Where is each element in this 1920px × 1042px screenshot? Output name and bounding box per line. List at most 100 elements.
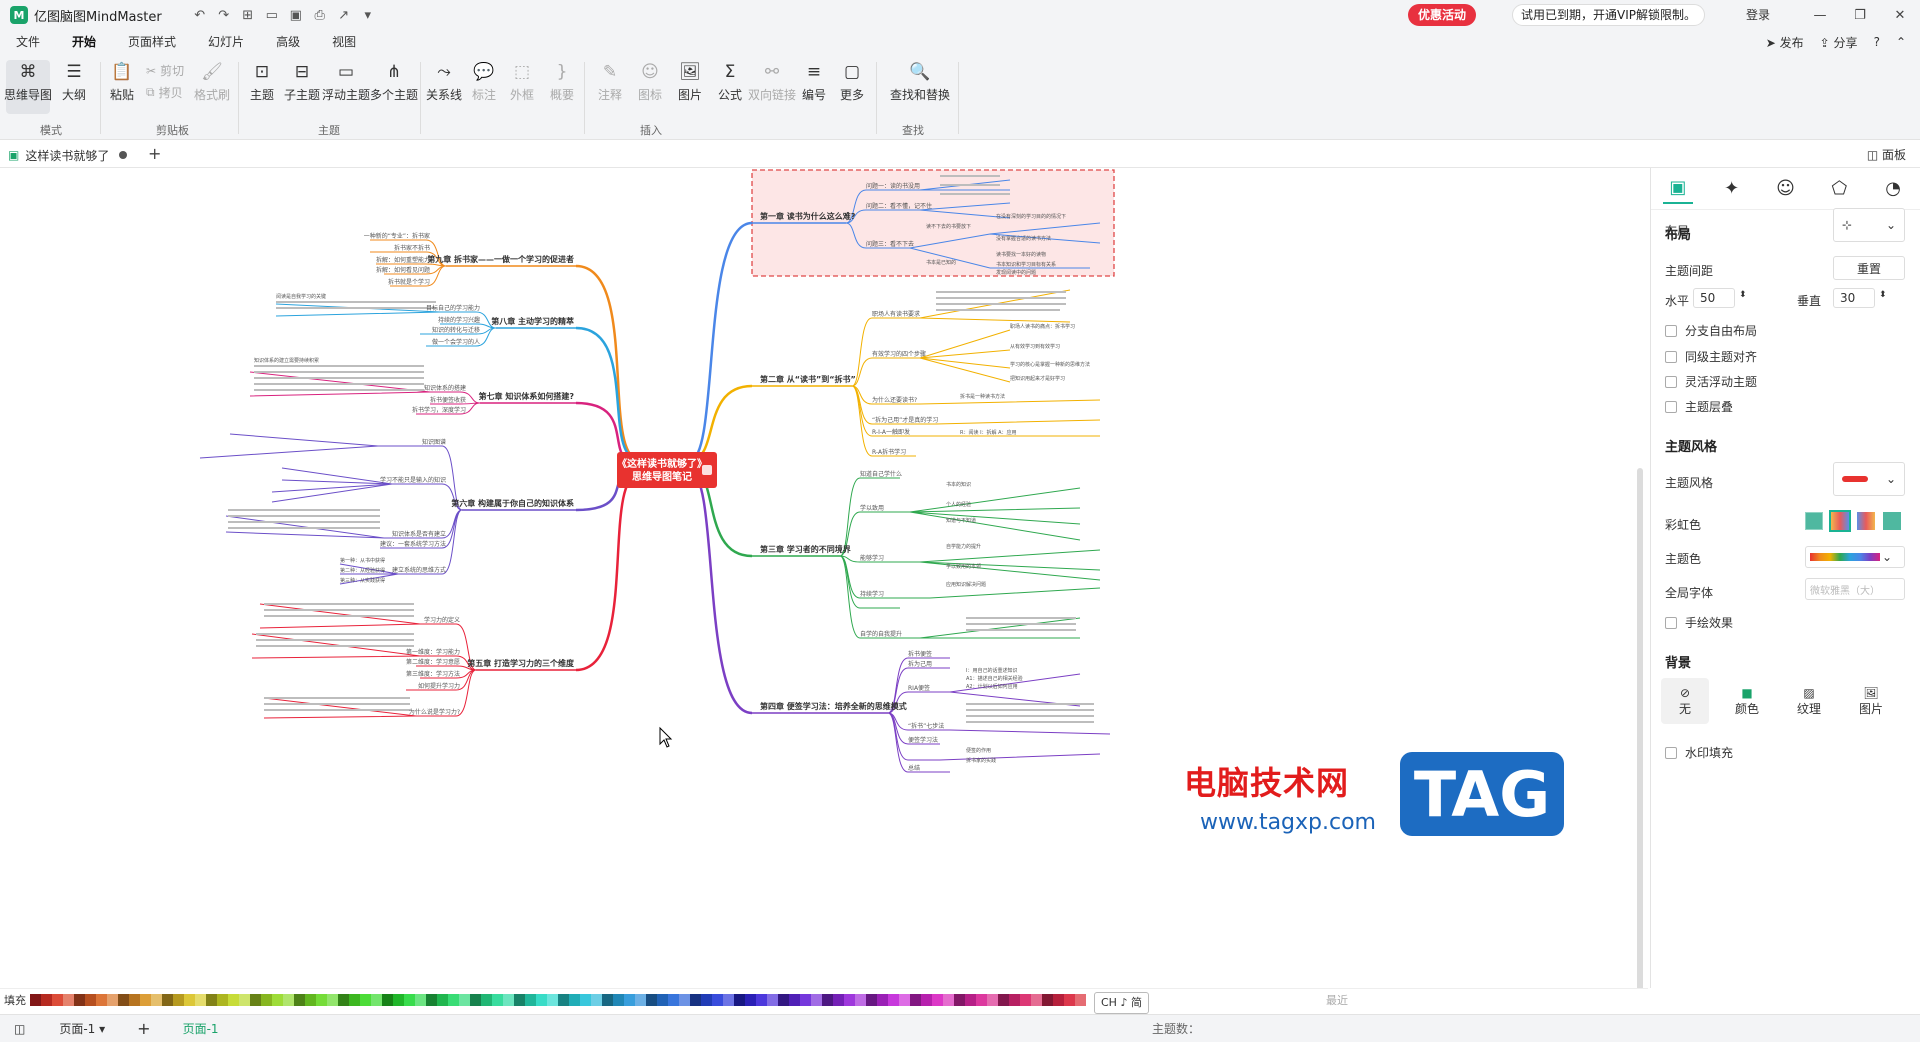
chapter-4-detail[interactable]: I：用自己的话重述知识 — [966, 667, 1017, 674]
paste-button[interactable]: 📋 粘贴 — [100, 60, 144, 114]
chapter-1-detail[interactable]: 读书要找一本好的读物 — [996, 251, 1046, 258]
color-swatch[interactable] — [74, 993, 85, 1006]
chapter-1-title[interactable]: 第一章 读书为什么这么难? — [760, 211, 856, 221]
chapter-7-sub[interactable]: 知识体系的搭建 — [424, 384, 466, 392]
color-swatch[interactable] — [63, 993, 74, 1006]
chapter-6-item[interactable]: 第二种：从经验获得 — [340, 567, 385, 574]
chapter-3-title[interactable]: 第三章 学习者的不同境界 — [760, 544, 852, 554]
chapter-6-sub[interactable]: 知识体系是否有建立 — [392, 530, 446, 538]
sidebar-toggle-icon[interactable]: ◫ — [14, 1022, 25, 1036]
color-swatch[interactable] — [888, 993, 899, 1006]
chapter-1-detail[interactable]: 书本知识和学习目标有关系 — [996, 261, 1056, 268]
quick-access-dropdown-icon[interactable]: ▾ — [358, 5, 378, 25]
color-swatch[interactable] — [591, 993, 602, 1006]
chapter-6-sub[interactable]: 建议：一套系统学习方法 — [380, 540, 446, 548]
color-swatch[interactable] — [844, 993, 855, 1006]
chapter-2-sub[interactable]: R-A拆书学习 — [872, 448, 906, 456]
color-swatch[interactable] — [415, 993, 426, 1006]
chapter-3-detail[interactable]: 自学能力的提升 — [946, 543, 981, 550]
chapter-4-detail[interactable]: A2：计划以后如何应用 — [966, 683, 1018, 690]
color-swatch[interactable] — [1020, 993, 1031, 1006]
chapter-5-sub[interactable]: 第一维度：学习能力 — [406, 648, 460, 656]
summary-button[interactable]: } 概要 — [540, 60, 584, 114]
more-button[interactable]: ▢ 更多 — [830, 60, 874, 114]
menu-page-style[interactable]: 页面样式 — [112, 30, 192, 54]
color-swatch[interactable] — [965, 993, 976, 1006]
chapter-2-detail[interactable]: 拆书是一种读书方法 — [960, 393, 1005, 400]
chapter-4-sub[interactable]: RIA便签 — [908, 684, 930, 692]
chapter-4-sub[interactable]: 便签学习法 — [908, 736, 938, 744]
color-swatch[interactable] — [96, 993, 107, 1006]
chapter-9-sub[interactable]: 拆书就是个学习 — [388, 278, 430, 286]
color-swatch[interactable] — [822, 993, 833, 1006]
chapter-6-item[interactable]: 第一种：从书中获得 — [340, 557, 385, 564]
color-swatch[interactable] — [393, 993, 404, 1006]
color-swatch[interactable] — [657, 993, 668, 1006]
rainbow-option-icon[interactable] — [1883, 512, 1901, 530]
color-swatch[interactable] — [195, 993, 206, 1006]
color-swatch[interactable] — [316, 993, 327, 1006]
chapter-7-sub[interactable]: 拆书便签收获 — [430, 396, 466, 404]
color-swatch[interactable] — [371, 993, 382, 1006]
chapter-2-sub[interactable]: 为什么还要读书? — [872, 396, 917, 404]
color-swatch[interactable] — [921, 993, 932, 1006]
chapter-1-detail[interactable]: 没有掌握合适的读书方法 — [996, 235, 1051, 242]
chapter-3-sub[interactable]: 持续学习 — [860, 590, 884, 598]
rainbow-option-icon[interactable] — [1805, 512, 1823, 530]
color-swatch[interactable] — [283, 993, 294, 1006]
color-swatch[interactable] — [569, 993, 580, 1006]
relationship-button[interactable]: ⤳ 关系线 — [422, 60, 466, 114]
topic-overlap-checkbox[interactable]: 主题层叠 — [1665, 398, 1733, 415]
chapter-1-sub[interactable]: 问题二：看不懂，记不住 — [866, 202, 932, 210]
horizontal-spacing-input[interactable]: 50 — [1693, 288, 1735, 308]
color-swatch[interactable] — [899, 993, 910, 1006]
color-swatch[interactable] — [580, 993, 591, 1006]
chapter-2-detail[interactable]: 职场人读书的痛点：拆书学习 — [1010, 323, 1075, 330]
chapter-7-sub[interactable]: 拆书学习，深度学习 — [412, 406, 466, 414]
color-swatch[interactable] — [866, 993, 877, 1006]
color-swatch[interactable] — [470, 993, 481, 1006]
color-swatch[interactable] — [492, 993, 503, 1006]
color-swatch[interactable] — [547, 993, 558, 1006]
theme-color-dropdown[interactable]: ⌄ — [1805, 546, 1905, 568]
color-swatch[interactable] — [558, 993, 569, 1006]
chapter-2-detail[interactable]: 学习的核心是掌握一种新的思维方法 — [1010, 361, 1090, 368]
chapter-9-sub[interactable]: 拆书家不拆书 — [394, 244, 430, 252]
color-swatch[interactable] — [294, 993, 305, 1006]
help-button[interactable]: ? — [1874, 35, 1880, 49]
background-texture-option[interactable]: ▨ 纹理 — [1785, 678, 1833, 724]
print-icon[interactable]: ⎙ — [310, 5, 330, 25]
chapter-8-sub[interactable]: 知识的转化与迁移 — [432, 326, 480, 334]
color-swatch[interactable] — [855, 993, 866, 1006]
color-swatch[interactable] — [811, 993, 822, 1006]
rainbow-option-icon[interactable] — [1829, 510, 1851, 532]
subtopic-button[interactable]: ⊟ 子主题 — [280, 60, 324, 114]
color-swatch[interactable] — [767, 993, 778, 1006]
watermark-fill-checkbox[interactable]: 水印填充 — [1665, 744, 1733, 761]
color-swatch[interactable] — [437, 993, 448, 1006]
color-swatch[interactable] — [987, 993, 998, 1006]
close-icon[interactable]: ✕ — [1880, 0, 1920, 30]
vertical-scrollbar[interactable] — [1637, 468, 1643, 988]
chapter-5-sub[interactable]: 如何提升学习力 — [418, 682, 460, 690]
chapter-3-sub[interactable]: 能够学习 — [860, 554, 884, 562]
promo-button[interactable]: 优惠活动 — [1408, 4, 1477, 26]
reset-spacing-button[interactable]: 重置 — [1833, 256, 1905, 280]
open-icon[interactable]: ▭ — [262, 5, 282, 25]
floating-topic-button[interactable]: ▭ 浮动主题 — [322, 60, 370, 114]
chapter-2-sub[interactable]: 有效学习的四个步骤 — [872, 350, 926, 358]
color-swatch[interactable] — [184, 993, 195, 1006]
color-swatch[interactable] — [690, 993, 701, 1006]
maximize-icon[interactable]: ❐ — [1840, 0, 1880, 30]
add-tab-icon[interactable]: + — [148, 144, 161, 163]
menu-view[interactable]: 视图 — [316, 30, 372, 54]
chapter-2-detail[interactable]: 从有效学习到有效学习 — [1010, 343, 1060, 350]
color-swatch[interactable] — [349, 993, 360, 1006]
color-swatch[interactable] — [976, 993, 987, 1006]
new-icon[interactable]: ⊞ — [238, 5, 258, 25]
color-swatch[interactable] — [745, 993, 756, 1006]
chapter-1-detail[interactable]: 发现阅读中的问题 — [996, 269, 1036, 276]
chapter-8-title[interactable]: 第八章 主动学习的精萃 — [491, 316, 574, 326]
color-swatch[interactable] — [789, 993, 800, 1006]
chapter-4-detail[interactable]: 拆书家的实践 — [966, 757, 996, 764]
